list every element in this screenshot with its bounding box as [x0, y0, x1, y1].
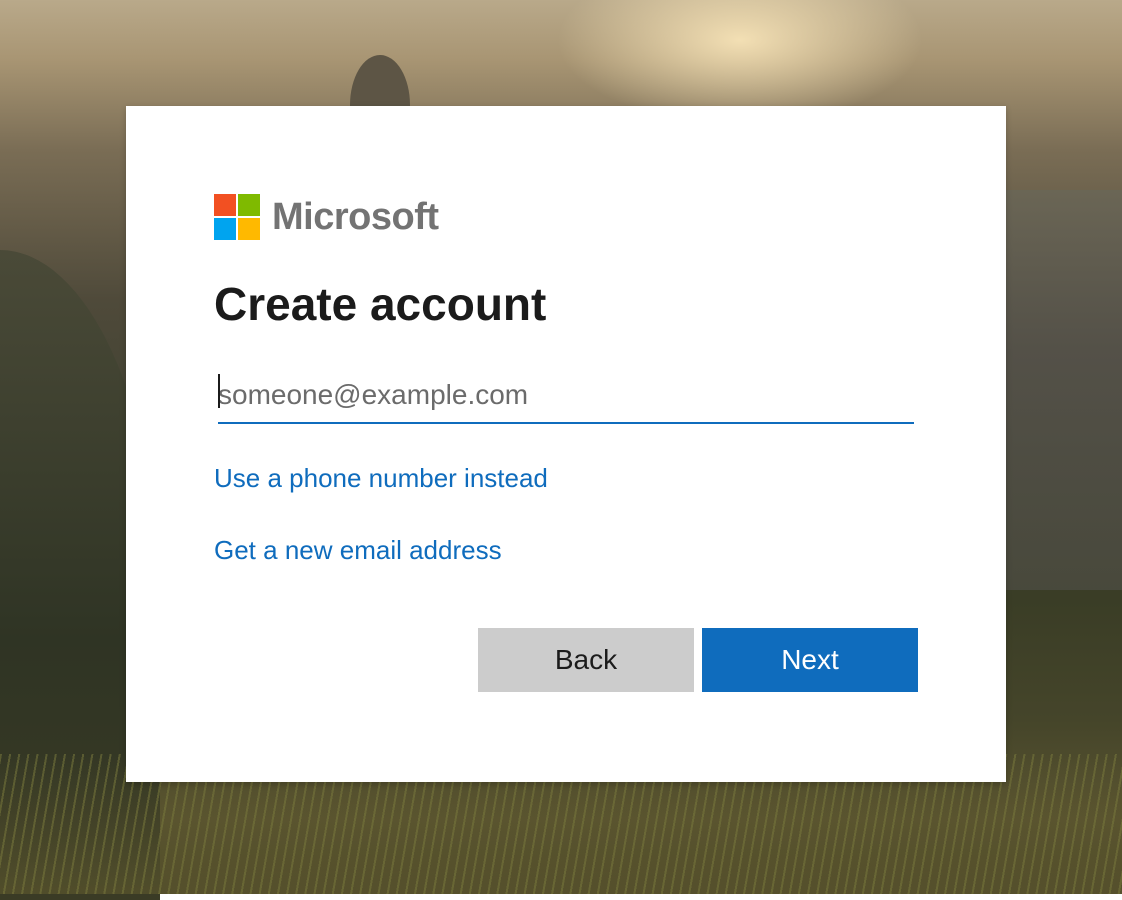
create-account-card: Microsoft Create account Use a phone num…: [126, 106, 1006, 782]
microsoft-logo-icon: [214, 194, 260, 240]
logo-text: Microsoft: [272, 196, 439, 238]
use-phone-number-link[interactable]: Use a phone number instead: [214, 462, 548, 494]
logo-square-green: [238, 194, 260, 216]
microsoft-logo: Microsoft: [214, 194, 439, 240]
logo-square-red: [214, 194, 236, 216]
text-caret: [218, 374, 220, 408]
page-title: Create account: [214, 278, 547, 330]
logo-square-blue: [214, 218, 236, 240]
next-button[interactable]: Next: [702, 628, 918, 692]
get-new-email-link[interactable]: Get a new email address: [214, 534, 502, 566]
back-button[interactable]: Back: [478, 628, 694, 692]
email-input[interactable]: [218, 368, 914, 424]
logo-square-yellow: [238, 218, 260, 240]
